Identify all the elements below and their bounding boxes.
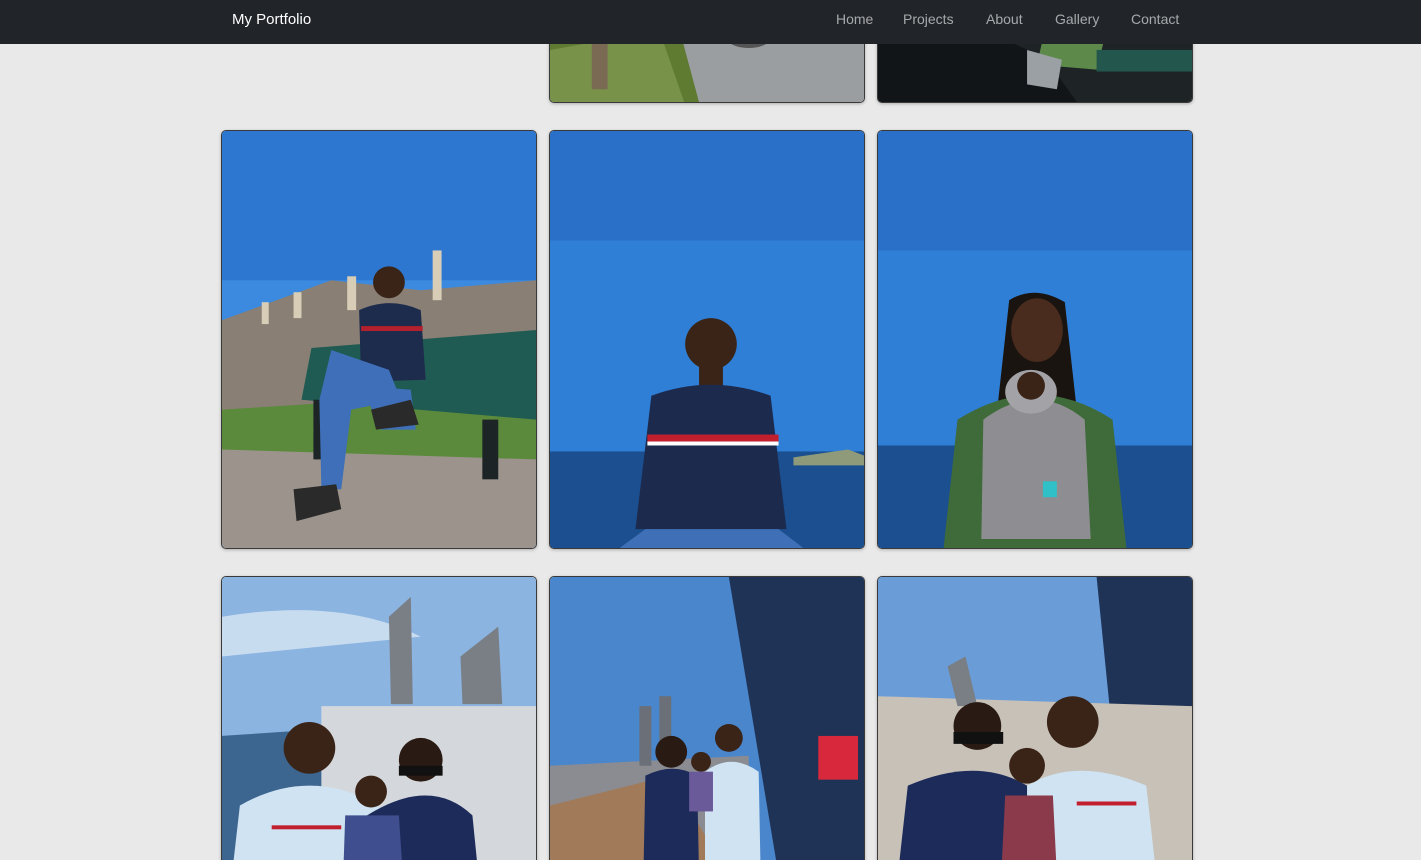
nav-projects[interactable]: Projects [903,11,954,27]
woman-with-baby-photo[interactable] [877,130,1193,549]
nav-about[interactable]: About [986,11,1023,27]
top-navbar: My Portfolio Home Projects About Gallery… [0,0,1421,44]
nav-contact[interactable]: Contact [1131,11,1179,27]
nav-gallery[interactable]: Gallery [1055,11,1099,27]
man-by-ocean-photo[interactable] [549,130,865,549]
nav-links: Home Projects About Gallery Contact [0,11,1421,31]
photo-gallery [0,0,1421,860]
man-on-bench-photo[interactable] [221,130,537,549]
nav-home[interactable]: Home [836,11,873,27]
family-deck-photo[interactable] [549,576,865,860]
family-deck-closeup-photo[interactable] [877,576,1193,860]
family-ferry-photo[interactable] [221,576,537,860]
